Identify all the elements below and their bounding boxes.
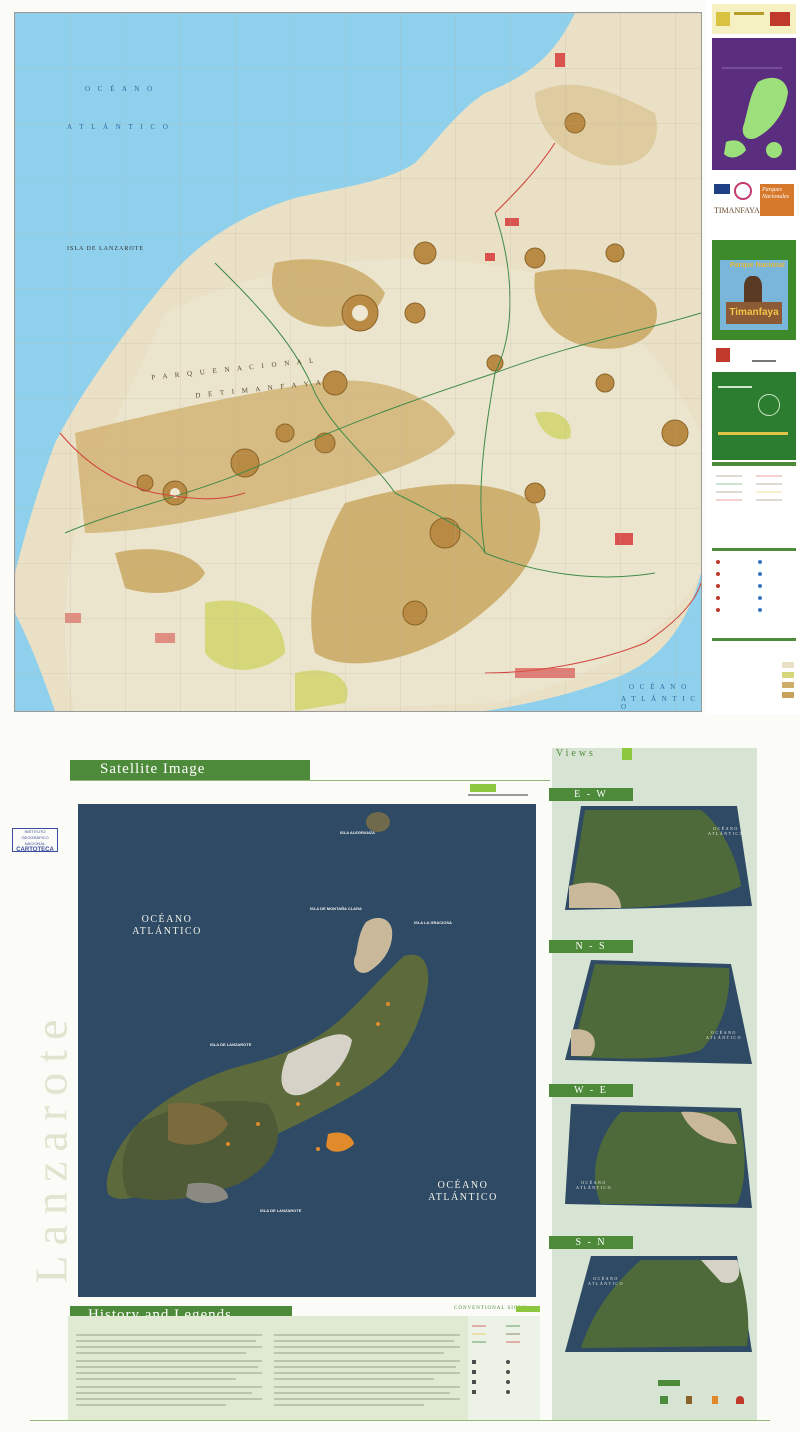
satellite-title-band: Satellite Image [70, 760, 310, 780]
view-tag-ns[interactable]: N - S [549, 940, 633, 953]
view-tag-we[interactable]: W - E [549, 1084, 633, 1097]
topographic-map-canvas [15, 13, 701, 711]
ocean-label-right: OCÉANO ATLÁNTICO [408, 1180, 518, 1204]
parques-nacionales-badge: Parques Nacionales [760, 184, 794, 216]
park-photo: Parque Nacional Timanfaya [720, 260, 788, 330]
view-sn-image [565, 1256, 752, 1352]
location-map-panel [712, 38, 796, 170]
coat-of-arms-icon [716, 12, 730, 26]
signature-icon [752, 350, 776, 362]
timanfaya-logo-icon [734, 182, 752, 200]
sidebar: TIMANFAYA Parques Nacionales Parque Naci… [706, 0, 800, 715]
park-logos-panel: TIMANFAYA Parques Nacionales [712, 178, 796, 238]
view-tag-sn[interactable]: S - N [549, 1236, 633, 1249]
ocean-label-north-2: A T L Á N T I C O [67, 123, 171, 131]
views-compass-icon [622, 748, 632, 760]
view-we[interactable]: OCÉANO ATLÁNTICO [561, 1104, 752, 1232]
view-ns-ocean: OCÉANO ATLÁNTICO [699, 1030, 749, 1040]
location-map-icon [722, 67, 788, 158]
photo-sign-text: Timanfaya [729, 307, 779, 318]
satellite-image[interactable]: OCÉANO ATLÁNTICO OCÉANO ATLÁNTICO ISLA A… [78, 804, 536, 1297]
ocean-right-2: ATLÁNTICO [428, 1192, 498, 1203]
ocean-label-south-2: A T L Á N T I C O [621, 695, 698, 711]
sidebar-header-logos [712, 4, 796, 34]
view-we-ocean: OCÉANO ATLÁNTICO [569, 1180, 619, 1190]
view-sn-ocean-2: ATLÁNTICO [588, 1281, 624, 1286]
view-ew-image [565, 806, 752, 910]
lanzarote-title: Lanzarote [25, 1009, 77, 1284]
bottom-divider [30, 1420, 770, 1421]
volcano-icon [736, 1396, 744, 1404]
timanfaya-text: TIMANFAYA [714, 206, 760, 215]
cartoteca-stamp: INSTITUTO GEOGRÁFICO NACIONAL CARTOTECA [12, 828, 58, 853]
viewpoint-icon [660, 1396, 668, 1404]
view-tag-ew[interactable]: E - W [549, 788, 633, 801]
divider [70, 780, 550, 781]
view-sn[interactable]: OCÉANO ATLÁNTICO [561, 1256, 752, 1356]
ocean-label-left: OCÉANO ATLÁNTICO [112, 914, 222, 938]
ocean-left-1: OCÉANO [141, 914, 193, 925]
tree-icon [686, 1396, 692, 1404]
view-we-ocean-2: ATLÁNTICO [576, 1185, 612, 1190]
ocean-label-south-1: O C É A N O [629, 683, 689, 691]
scale-bar [718, 432, 788, 435]
ocean-right-1: OCÉANO [437, 1180, 489, 1191]
legend-tab-marker [516, 1306, 540, 1312]
flag-icon [712, 1396, 718, 1404]
view-ns-image [565, 960, 752, 1064]
label-isla-montana-clara: ISLA DE MONTAÑA CLARA [310, 906, 362, 911]
photo-banner: Parque Nacional [730, 262, 785, 269]
scale-tag [470, 784, 496, 792]
topographic-map[interactable]: O C É A N O A T L Á N T I C O ISLA DE LA… [14, 12, 702, 712]
island-label: ISLA DE LANZAROTE [67, 246, 144, 252]
conventional-signs-panel: CONVENTIONAL SIGNS [454, 1306, 540, 1420]
label-isla-lanzarote-n: ISLA DE LANZAROTE [210, 1042, 252, 1047]
ign-logo-icon [770, 12, 790, 26]
label-isla-lanzarote-s: ISLA DE LANZAROTE [260, 1208, 302, 1213]
parques-line-2: Nacionales [762, 194, 789, 200]
view-ns[interactable]: OCÉANO ATLÁNTICO [561, 960, 752, 1088]
label-isla-alegranza: ISLA ALEGRANZA [340, 830, 376, 835]
history-text-panel [68, 1316, 468, 1420]
map-legend [712, 462, 796, 712]
compass-text-line [718, 386, 752, 388]
map-legend-graphic [712, 462, 796, 698]
devil-statue-icon [744, 276, 762, 302]
vertical-title: Lanzarote [25, 980, 77, 1310]
view-ew-ocean-2: ATLÁNTICO [708, 831, 744, 836]
compass-panel [712, 372, 796, 460]
views-footer-tag [658, 1380, 680, 1386]
satellite-title: Satellite Image [100, 761, 206, 777]
ministry-text-icon [734, 12, 764, 15]
stamp-line-3: CARTOTECA [16, 847, 54, 853]
views-title: Views [556, 748, 596, 759]
view-sn-ocean: OCÉANO ATLÁNTICO [581, 1276, 631, 1286]
sidebar-logos-2 [712, 344, 796, 366]
label-isla-graciosa: ISLA LA GRACIOSA [414, 920, 452, 925]
view-we-image [565, 1104, 752, 1208]
view-ew[interactable]: OCÉANO ATLÁNTICO [561, 806, 752, 934]
ocean-left-2: ATLÁNTICO [132, 926, 202, 937]
scale-line [468, 794, 528, 796]
ministry-icon [716, 348, 730, 362]
legend-symbols [472, 1325, 520, 1394]
ocean-label-north-1: O C É A N O [85, 85, 156, 93]
stamp-line-1: INSTITUTO GEOGRÁFICO [21, 829, 49, 840]
view-ew-ocean: OCÉANO ATLÁNTICO [701, 826, 751, 836]
history-text-lines [76, 1334, 460, 1406]
view-ns-ocean-2: ATLÁNTICO [706, 1035, 742, 1040]
photo-sign-board: Timanfaya [726, 302, 782, 324]
compass-icon [758, 394, 780, 416]
uk-flag-icon [714, 184, 730, 194]
photo-panel: Parque Nacional Timanfaya [712, 240, 796, 340]
parques-line-1: Parques [762, 187, 782, 193]
satellite-canvas [78, 804, 536, 1297]
